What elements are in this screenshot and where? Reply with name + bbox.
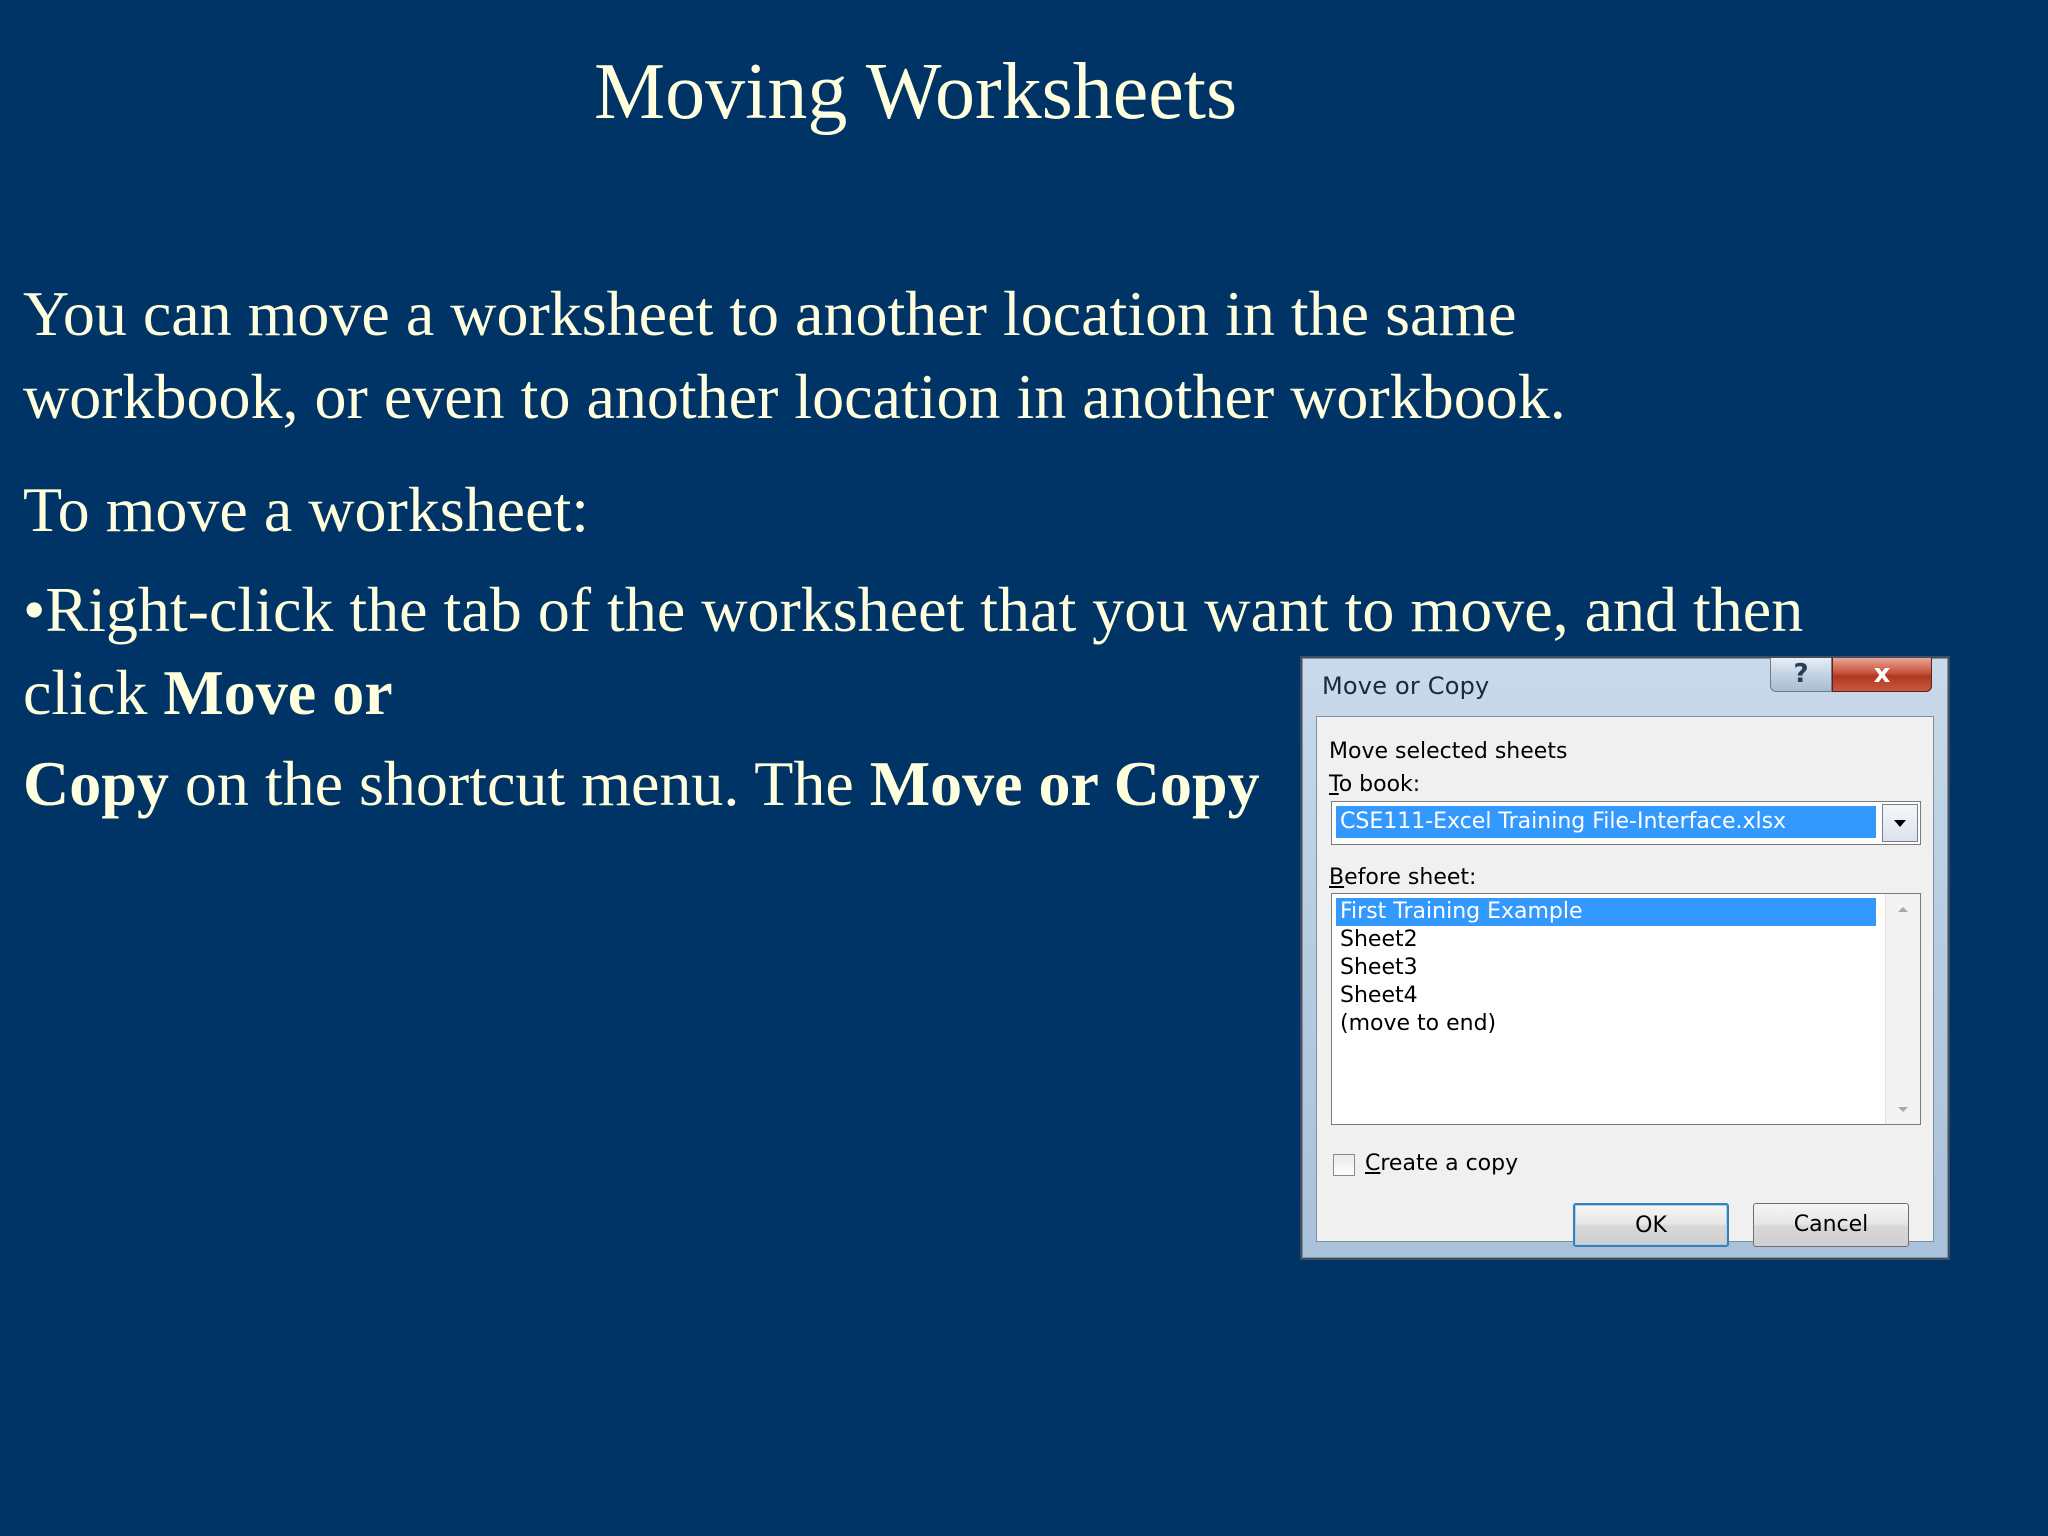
ok-button[interactable]: OK [1573,1203,1729,1247]
dialog-client-area: Move selected sheets To book: CSE111-Exc… [1316,716,1934,1247]
create-copy-label[interactable]: Create a copy [1365,1151,1518,1176]
intro-paragraph: You can move a worksheet to another loca… [23,272,1566,438]
dialog-title: Move or Copy [1322,672,1490,700]
sheet-list-item[interactable]: Sheet3 [1336,954,1876,982]
list-scrollbar[interactable] [1885,894,1920,1124]
bullet-line-3-bold-1: Copy [23,748,169,819]
before-sheet-accesskey: B [1329,865,1345,890]
scroll-up-button[interactable] [1886,894,1920,924]
chevron-down-icon [1894,819,1906,827]
scroll-down-icon [1898,1106,1908,1112]
before-sheet-list[interactable]: First Training Example Sheet2 Sheet3 She… [1331,893,1921,1125]
sheet-list-item[interactable]: Sheet4 [1336,982,1876,1010]
bullet-line-1: •Right-click the tab of the worksheet th… [23,574,1804,645]
create-copy-label-text: reate a copy [1380,1151,1519,1176]
sheet-list-item-selected[interactable]: First Training Example [1336,898,1876,926]
bullet-line-2-bold: Move or [163,657,393,728]
slide-title: Moving Worksheets [594,48,1238,136]
intro-line-2: workbook, or even to another location in… [23,361,1566,432]
scroll-up-icon [1898,906,1908,912]
steps-heading: To move a worksheet: [23,474,590,545]
move-or-copy-dialog: Move or Copy ? x Move selected sheets To… [1300,656,1950,1260]
close-button[interactable]: x [1832,658,1932,692]
intro-line-1: You can move a worksheet to another loca… [23,278,1517,349]
help-button[interactable]: ? [1770,658,1832,692]
create-copy-accesskey: C [1365,1151,1381,1176]
bullet-line-2-text: click [23,657,164,728]
bullet-line-3-text: on the shortcut menu. The [168,748,870,819]
to-book-label-text: o book: [1338,772,1421,797]
to-book-dropdown[interactable]: CSE111-Excel Training File-Interface.xls… [1331,801,1921,845]
move-selected-sheets-label: Move selected sheets [1329,739,1568,764]
scroll-down-button[interactable] [1886,1094,1920,1124]
before-sheet-label: Before sheet: [1329,865,1476,890]
to-book-label: To book: [1329,772,1420,797]
sheet-list-item[interactable]: Sheet2 [1336,926,1876,954]
to-book-accesskey: T [1329,772,1339,797]
bullet-line-3: Copy on the shortcut menu. The Move or C… [23,742,1260,825]
create-copy-checkbox[interactable] [1333,1154,1355,1176]
before-sheet-label-text: efore sheet: [1344,865,1477,890]
to-book-selected-value: CSE111-Excel Training File-Interface.xls… [1336,806,1876,838]
sheet-list-item[interactable]: (move to end) [1336,1010,1876,1038]
bullet-line-3-bold-2: Move or Copy [869,748,1260,819]
dropdown-button[interactable] [1882,804,1918,842]
cancel-button[interactable]: Cancel [1753,1203,1909,1247]
